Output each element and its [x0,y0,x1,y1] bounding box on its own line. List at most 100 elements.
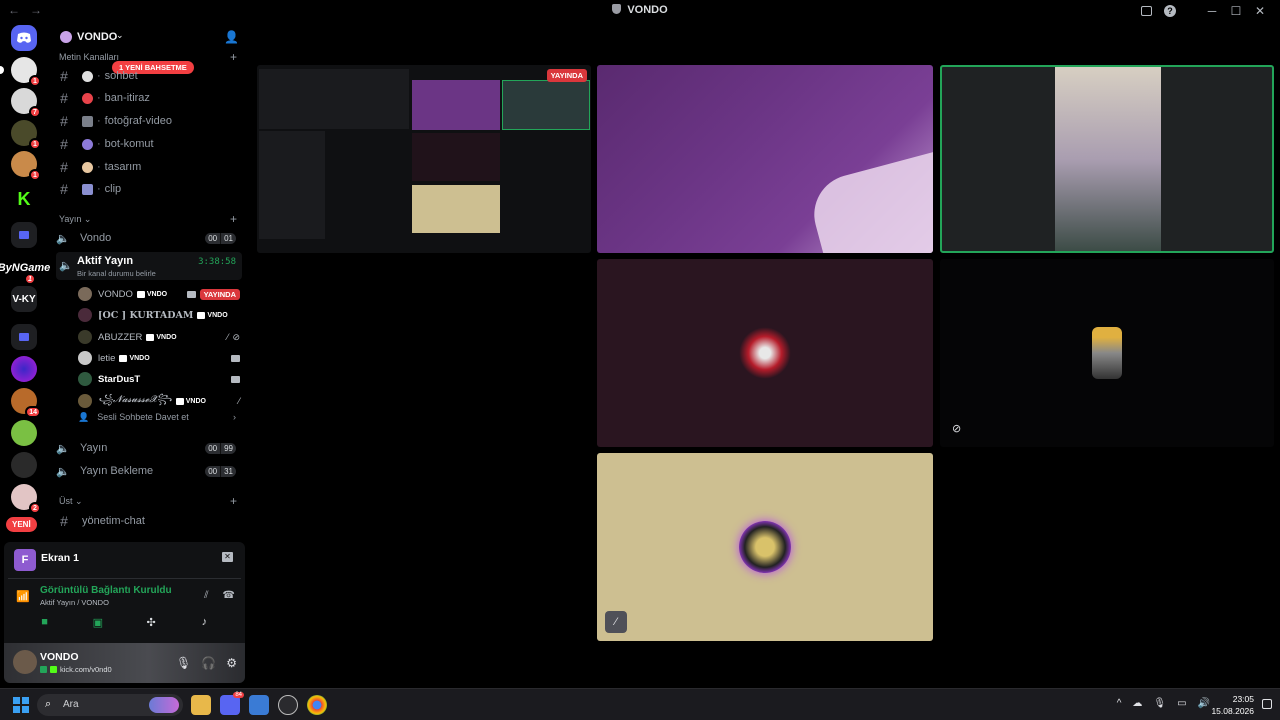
voice-user-letie[interactable]: letie VNDO [78,348,242,368]
help-icon[interactable]: ? [1164,5,1176,17]
voice-channel-yayin[interactable]: 🔈 Yayın 00 99 [56,438,242,458]
discord-taskbar-icon[interactable]: 84 [220,692,244,715]
signal-icon[interactable]: 📶 [16,590,30,603]
file-explorer-icon[interactable] [191,695,211,715]
channel-fotograf-video[interactable]: # · fotoğraf-video [56,111,242,131]
voice-user-nasussex[interactable]: ꧁𝓝𝓪𝓼𝓾𝓼𝓼𝓮𝓧꧂ VNDO ⁄ [78,391,242,411]
server-icon-10[interactable]: 2 [11,484,41,514]
activities-icon[interactable]: ✣ [144,616,158,629]
separator-dot: · [97,161,101,173]
channel-ban-itiraz[interactable]: # · ban-itiraz [56,88,242,108]
voice-channel-yayin-bekleme[interactable]: 🔈 Yayın Bekleme 00 31 [56,461,242,481]
stop-stream-icon[interactable]: ✕ [222,552,233,562]
add-channel-icon[interactable]: + [230,212,237,226]
server-header[interactable]: VONDO ⌄ 👤 [50,22,245,52]
category-text-channels[interactable]: Metin Kanalları [59,52,119,62]
divider [8,578,241,579]
camera-tile-vondo[interactable] [597,65,933,253]
channel-sohbet[interactable]: # · sohbet [56,66,242,86]
soundboard-icon[interactable]: ♪ [197,616,211,628]
stream-tile[interactable]: YAYINDA [257,65,591,253]
voice-channel-aktif-yayin[interactable]: 🔈 Aktif Yayın Bir kanal durumu belirle 3… [56,252,242,280]
connection-location[interactable]: Aktif Yayın / VONDO [40,598,109,607]
microphone-icon[interactable]: 🎙 [176,656,191,670]
user-name: ꧁𝓝𝓪𝓼𝓾𝓼𝓼𝓮𝓧꧂ [98,394,172,405]
windows-start-icon[interactable] [13,697,29,713]
inbox-icon[interactable] [1141,6,1152,16]
headphones-icon[interactable]: 🎧 [201,656,216,670]
server-icon-4[interactable]: 1 [11,151,41,181]
server-icon-1[interactable]: 1 [11,57,41,87]
category-stream[interactable]: Yayın ⌄ [59,214,91,225]
channel-bot-komut[interactable]: # · bot-komut [56,134,242,154]
noise-suppression-icon[interactable]: ⫽ [204,590,208,601]
user-tile-avatar[interactable] [597,259,933,447]
server-icon-8[interactable] [11,420,37,446]
channel-clip[interactable]: # · clip [56,179,242,199]
close-icon[interactable]: ✕ [1248,2,1272,20]
server-icon-3[interactable]: 1 [11,120,41,150]
chrome-icon[interactable] [307,695,327,715]
voice-user-stardust[interactable]: StarDusT [78,369,242,389]
category-top[interactable]: Üst ⌄ [59,496,83,507]
add-channel-icon[interactable]: + [230,50,237,64]
user-count: 00 01 [205,232,236,244]
tag-icon [175,397,184,405]
channel-tasarim[interactable]: # · tasarım [56,157,242,177]
channel-status-prompt[interactable]: Bir kanal durumu belirle [77,269,156,278]
server-icon-6[interactable] [11,356,37,382]
voice-connection-panel: F Ekran 1 ✕ 📶 Görüntülü Bağlantı Kuruldu… [4,542,245,643]
voice-channel-vondo[interactable]: 🔈 Vondo 00 01 [56,228,242,248]
live-badge[interactable]: YAYINDA [199,288,240,300]
taskbar-search[interactable]: ⌕ Ara [37,694,183,716]
server-folder-icon-2[interactable] [11,324,37,350]
maximize-icon[interactable]: ☐ [1224,2,1248,20]
server-icon-7[interactable]: 14 [11,388,41,418]
add-user-icon[interactable]: 👤 [224,30,239,44]
new-unreads-pill[interactable]: YENİ [6,517,37,532]
notifications-icon[interactable] [1262,699,1272,709]
server-icon-byngame[interactable]: ByNGame 1 [0,255,50,285]
count-current: 00 [205,442,222,454]
network-icon[interactable]: ▭ [1177,698,1186,709]
clock[interactable]: 23:05 15.08.2026 [1211,693,1254,717]
volume-icon[interactable]: 🔊 [1198,698,1210,709]
cloud-icon[interactable]: ☁ [1132,698,1142,709]
microphone-icon[interactable]: 🎙 [1153,698,1166,709]
minimize-icon[interactable]: ─ [1200,2,1224,20]
user-avatar[interactable] [13,650,37,674]
server-icon-2[interactable]: 7 [11,88,41,118]
channel-yonetim-chat[interactable]: # yönetim-chat [56,511,242,531]
server-icon-vky[interactable]: V-KY [11,286,37,312]
chevron-up-icon[interactable]: ^ [1117,698,1122,709]
app-icon[interactable] [249,695,269,715]
connection-status[interactable]: Görüntülü Bağlantı Kuruldu [40,585,172,596]
camera-toggle-icon[interactable]: ■ [38,616,52,628]
camera-icon [231,354,240,362]
user-name[interactable]: VONDO [40,651,79,663]
screen-share-icon[interactable]: ▣ [91,616,105,629]
kick-server-icon[interactable]: K [11,186,37,212]
discord-home-icon[interactable] [11,25,37,51]
server-text: ByNGame [0,262,51,274]
invite-to-voice[interactable]: 👤 Sesli Sohbete Davet et › [78,412,242,423]
search-icon: ⌕ [45,698,52,710]
search-placeholder: Ara [63,699,79,710]
voice-user-kurtadam[interactable]: [OC ] KURTADAM VNDO [78,305,242,325]
channel-label: Yayın [80,442,108,454]
video-stage: YAYINDA ⊘ ⁄ [250,22,1280,688]
server-folder-icon[interactable] [11,222,37,248]
add-channel-icon[interactable]: + [230,494,237,508]
voice-user-vondo[interactable]: VONDO VNDO YAYINDA [78,284,242,304]
disconnect-icon[interactable]: ☎ [223,590,235,601]
app-icon[interactable] [278,695,298,715]
voice-user-abuzzer[interactable]: ABUZZER VNDO ⁄ ⊘ [78,327,242,347]
server-icon-9[interactable] [11,452,37,478]
user-tile-avatar[interactable]: ⁄ [597,453,933,641]
channel-label: Aktif Yayın [77,255,134,267]
stream-preview-tile [502,80,590,130]
settings-gear-icon[interactable]: ⚙ [226,656,237,670]
count-limit: 31 [221,465,236,477]
user-tile-avatar[interactable]: ⊘ [940,259,1274,447]
camera-tile-speaking[interactable] [940,65,1274,253]
